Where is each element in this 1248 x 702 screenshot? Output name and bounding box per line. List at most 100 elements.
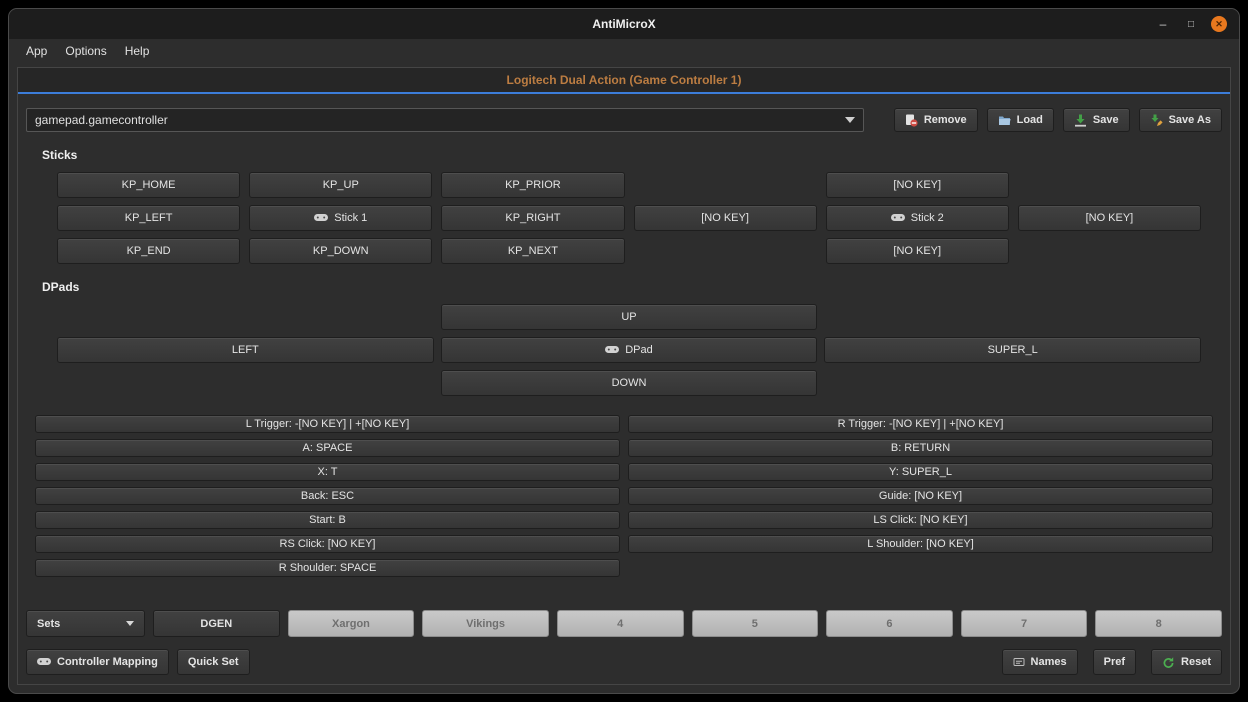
window-title: AntiMicroX bbox=[9, 17, 1239, 31]
pref-button[interactable]: Pref bbox=[1093, 649, 1136, 675]
names-label: Names bbox=[1031, 656, 1067, 668]
bottom-left-group: Controller Mapping Quick Set bbox=[26, 649, 250, 675]
stick2-right-button[interactable]: [NO KEY] bbox=[1018, 205, 1201, 231]
set-tab-7[interactable]: 7 bbox=[961, 610, 1088, 637]
save-as-button[interactable]: Save As bbox=[1139, 108, 1222, 132]
dpads-heading: DPads bbox=[42, 280, 1222, 294]
menu-options[interactable]: Options bbox=[56, 41, 115, 61]
stick1-down-button[interactable]: KP_DOWN bbox=[249, 238, 432, 264]
dpad-right-button[interactable]: SUPER_L bbox=[824, 337, 1201, 363]
stick2-left-button[interactable]: [NO KEY] bbox=[634, 205, 817, 231]
stick1-down-right-button[interactable]: KP_NEXT bbox=[441, 238, 624, 264]
quick-set-button[interactable]: Quick Set bbox=[177, 649, 250, 675]
l-trigger-button[interactable]: L Trigger: -[NO KEY] | +[NO KEY] bbox=[35, 415, 620, 433]
stick2-up-button[interactable]: [NO KEY] bbox=[826, 172, 1009, 198]
stick2-down-button[interactable]: [NO KEY] bbox=[826, 238, 1009, 264]
dpad-up-button[interactable]: UP bbox=[441, 304, 818, 330]
stick1-label: Stick 1 bbox=[334, 212, 367, 224]
sticks-grid: KP_HOME KP_UP KP_PRIOR [NO KEY] KP_LEFT … bbox=[57, 172, 1201, 264]
bottom-bar: Controller Mapping Quick Set Names Pref bbox=[26, 649, 1222, 675]
gamepad-icon bbox=[605, 346, 619, 355]
save-label: Save bbox=[1093, 114, 1119, 126]
a-button[interactable]: A: SPACE bbox=[35, 439, 620, 457]
menu-app[interactable]: App bbox=[17, 41, 56, 61]
stick1-up-left-button[interactable]: KP_HOME bbox=[57, 172, 240, 198]
sets-dropdown-button[interactable]: Sets bbox=[26, 610, 145, 637]
remove-icon bbox=[905, 114, 918, 127]
gamepad-icon bbox=[891, 214, 905, 223]
chevron-down-icon bbox=[845, 117, 855, 123]
menu-help[interactable]: Help bbox=[116, 41, 159, 61]
dpad-grid: UP LEFT DPad SUPER_L DOWN bbox=[57, 304, 1201, 396]
controller-tab-frame: Logitech Dual Action (Game Controller 1)… bbox=[17, 67, 1231, 685]
save-icon bbox=[1074, 114, 1087, 127]
stick1-up-button[interactable]: KP_UP bbox=[249, 172, 432, 198]
l-shoulder-button[interactable]: L Shoulder: [NO KEY] bbox=[628, 535, 1213, 553]
sets-label: Sets bbox=[37, 618, 60, 630]
reset-icon bbox=[1162, 656, 1175, 669]
reset-button[interactable]: Reset bbox=[1151, 649, 1222, 675]
chevron-down-icon bbox=[126, 621, 134, 626]
set-tab-8[interactable]: 8 bbox=[1095, 610, 1222, 637]
dpad-down-button[interactable]: DOWN bbox=[441, 370, 818, 396]
save-as-label: Save As bbox=[1169, 114, 1211, 126]
pref-label: Pref bbox=[1104, 656, 1125, 668]
window-controls: – □ ✕ bbox=[1155, 16, 1239, 32]
sticks-heading: Sticks bbox=[42, 148, 1222, 162]
load-icon bbox=[998, 114, 1011, 127]
maximize-button[interactable]: □ bbox=[1183, 16, 1199, 32]
names-icon bbox=[1013, 656, 1025, 668]
dpad-left-button[interactable]: LEFT bbox=[57, 337, 434, 363]
minimize-button[interactable]: – bbox=[1155, 16, 1171, 32]
stick1-right-button[interactable]: KP_RIGHT bbox=[441, 205, 624, 231]
app-window: AntiMicroX – □ ✕ App Options Help Logite… bbox=[8, 8, 1240, 694]
set-tab-6[interactable]: 6 bbox=[826, 610, 953, 637]
back-button[interactable]: Back: ESC bbox=[35, 487, 620, 505]
dpad-button[interactable]: DPad bbox=[441, 337, 818, 363]
b-button[interactable]: B: RETURN bbox=[628, 439, 1213, 457]
remove-button[interactable]: Remove bbox=[894, 108, 978, 132]
menu-bar: App Options Help bbox=[9, 39, 1239, 63]
set-tab-5[interactable]: 5 bbox=[692, 610, 819, 637]
controller-tab[interactable]: Logitech Dual Action (Game Controller 1) bbox=[18, 68, 1230, 92]
stick2-button[interactable]: Stick 2 bbox=[826, 205, 1009, 231]
set-tab-3-vikings[interactable]: Vikings bbox=[422, 610, 549, 637]
bottom-right-group: Names Pref Reset bbox=[1002, 649, 1222, 675]
y-button[interactable]: Y: SUPER_L bbox=[628, 463, 1213, 481]
load-label: Load bbox=[1017, 114, 1043, 126]
profile-select[interactable]: gamepad.gamecontroller bbox=[26, 108, 864, 132]
rs-click-button[interactable]: RS Click: [NO KEY] bbox=[35, 535, 620, 553]
x-button[interactable]: X: T bbox=[35, 463, 620, 481]
controller-mapping-button[interactable]: Controller Mapping bbox=[26, 649, 169, 675]
set-tab-1-dgen[interactable]: DGEN bbox=[153, 610, 280, 637]
quick-set-label: Quick Set bbox=[188, 656, 239, 668]
r-trigger-button[interactable]: R Trigger: -[NO KEY] | +[NO KEY] bbox=[628, 415, 1213, 433]
stick1-left-button[interactable]: KP_LEFT bbox=[57, 205, 240, 231]
controller-mapping-label: Controller Mapping bbox=[57, 656, 158, 668]
guide-button[interactable]: Guide: [NO KEY] bbox=[628, 487, 1213, 505]
gamepad-icon bbox=[314, 214, 328, 223]
title-bar[interactable]: AntiMicroX – □ ✕ bbox=[9, 9, 1239, 39]
stick1-down-left-button[interactable]: KP_END bbox=[57, 238, 240, 264]
profile-row: gamepad.gamecontroller Remove Load Save bbox=[26, 108, 1222, 132]
reset-label: Reset bbox=[1181, 656, 1211, 668]
controller-tab-label: Logitech Dual Action (Game Controller 1) bbox=[507, 73, 742, 87]
start-button[interactable]: Start: B bbox=[35, 511, 620, 529]
stick1-button[interactable]: Stick 1 bbox=[249, 205, 432, 231]
r-shoulder-button[interactable]: R Shoulder: SPACE bbox=[35, 559, 620, 577]
stick1-up-right-button[interactable]: KP_PRIOR bbox=[441, 172, 624, 198]
load-button[interactable]: Load bbox=[987, 108, 1054, 132]
profile-select-value: gamepad.gamecontroller bbox=[35, 113, 168, 127]
ls-click-button[interactable]: LS Click: [NO KEY] bbox=[628, 511, 1213, 529]
save-button[interactable]: Save bbox=[1063, 108, 1130, 132]
set-tab-2-xargon[interactable]: Xargon bbox=[288, 610, 415, 637]
set-tab-4[interactable]: 4 bbox=[557, 610, 684, 637]
close-button[interactable]: ✕ bbox=[1211, 16, 1227, 32]
save-as-icon bbox=[1150, 114, 1163, 127]
names-button[interactable]: Names bbox=[1002, 649, 1078, 675]
gamepad-icon bbox=[37, 658, 51, 667]
stick2-label: Stick 2 bbox=[911, 212, 944, 224]
remove-label: Remove bbox=[924, 114, 967, 126]
profile-toolbar: Remove Load Save Save As bbox=[894, 108, 1222, 132]
tab-content: gamepad.gamecontroller Remove Load Save bbox=[18, 94, 1230, 684]
